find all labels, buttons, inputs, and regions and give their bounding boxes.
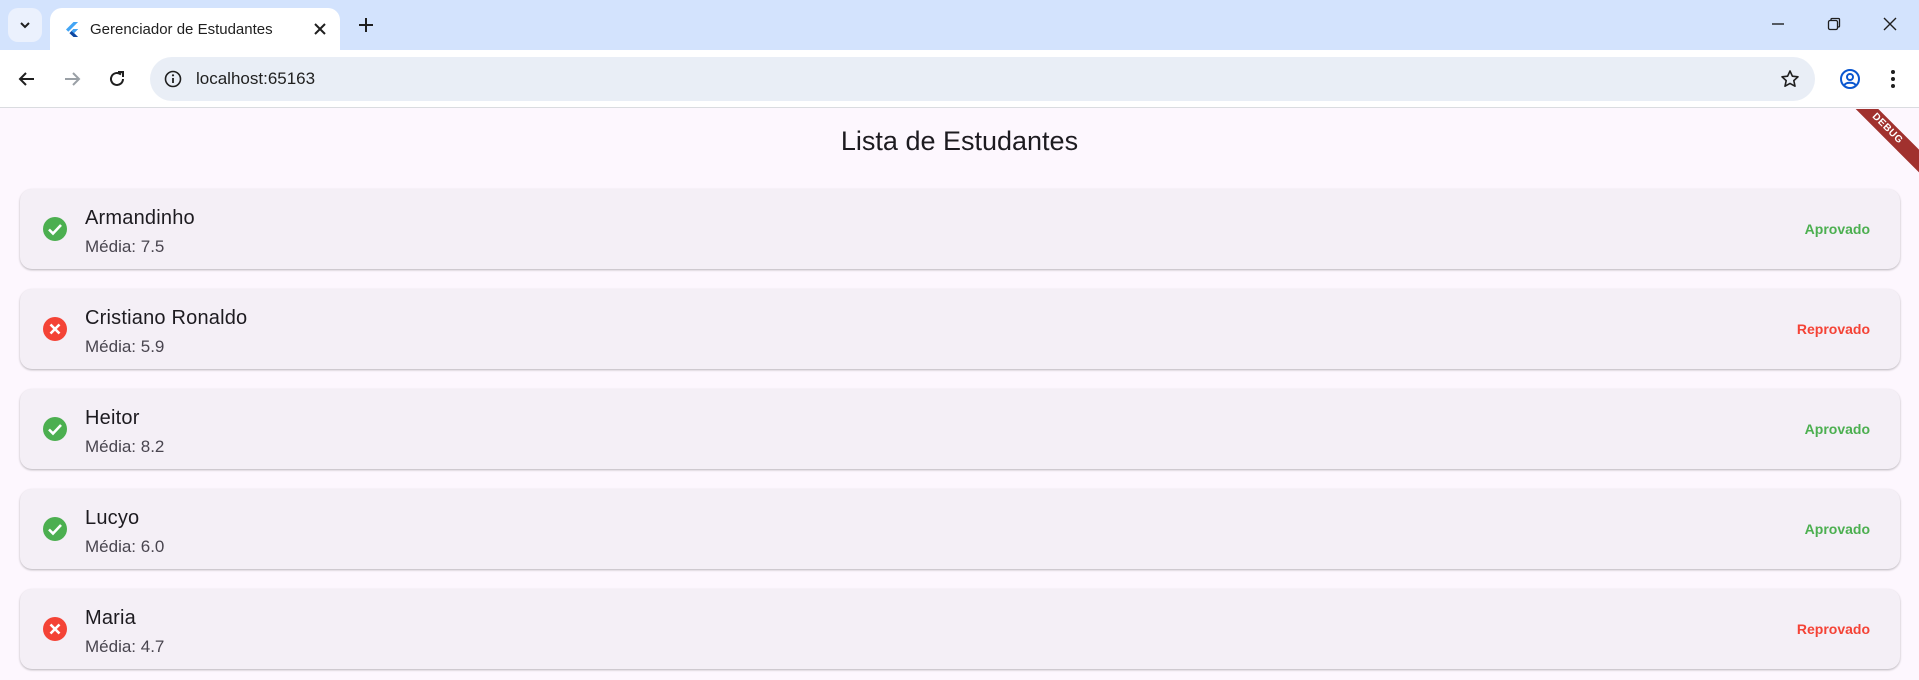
profile-button[interactable] [1833, 62, 1867, 96]
reload-icon [110, 71, 124, 86]
star-icon [1781, 70, 1799, 87]
student-card[interactable]: Armandinho Média: 7.5 Aprovado [20, 189, 1900, 269]
tab-title: Gerenciador de Estudantes [90, 21, 273, 38]
back-button[interactable] [10, 62, 44, 96]
forward-button[interactable] [55, 62, 89, 96]
arrow-right-icon [65, 72, 81, 86]
bookmark-button[interactable] [1777, 66, 1803, 92]
student-average: Média: 8.2 [85, 437, 165, 456]
address-bar[interactable]: localhost:65163 [150, 57, 1815, 101]
check-circle-icon [43, 217, 67, 241]
status-badge: Reprovado [1796, 321, 1870, 337]
url-text[interactable]: localhost:65163 [196, 69, 315, 89]
browser-menu-button[interactable] [1876, 62, 1910, 96]
student-name: Lucyo [85, 507, 140, 529]
student-average: Média: 7.5 [85, 237, 165, 256]
student-name: Cristiano Ronaldo [85, 307, 248, 329]
status-badge: Aprovado [1804, 521, 1870, 537]
restore-button[interactable] [1814, 8, 1854, 40]
new-tab-button[interactable] [351, 10, 381, 40]
info-icon [164, 70, 182, 88]
check-circle-icon [43, 517, 67, 541]
close-window-button[interactable] [1870, 8, 1910, 40]
student-name: Heitor [85, 407, 140, 429]
status-badge: Reprovado [1796, 621, 1870, 637]
site-info-button[interactable] [160, 66, 186, 92]
status-badge: Aprovado [1804, 421, 1870, 437]
browser-tab-bar: Gerenciador de Estudantes [0, 0, 1919, 50]
student-card[interactable]: Maria Média: 4.7 Reprovado [20, 589, 1900, 669]
page-title: Lista de Estudantes [840, 126, 1079, 156]
more-vert-icon [1891, 70, 1895, 88]
student-name: Maria [85, 607, 137, 629]
student-average: Média: 5.9 [85, 337, 165, 356]
check-circle-icon [43, 417, 67, 441]
close-icon [314, 23, 326, 35]
tab-search-button[interactable] [8, 8, 42, 42]
browser-toolbar: localhost:65163 [0, 50, 1919, 108]
reload-button[interactable] [100, 62, 134, 96]
status-badge: Aprovado [1804, 221, 1870, 237]
account-circle-icon [1840, 69, 1860, 89]
student-card[interactable]: Heitor Média: 8.2 Aprovado [20, 389, 1900, 469]
cancel-circle-icon [43, 317, 67, 341]
student-card[interactable]: Lucyo Média: 6.0 Aprovado [20, 489, 1900, 569]
arrow-left-icon [18, 72, 34, 86]
app-viewport: Lista de Estudantes Armandinho Média: 7.… [0, 109, 1919, 680]
flutter-icon [66, 22, 79, 37]
minimize-button[interactable] [1758, 8, 1798, 40]
browser-tab[interactable]: Gerenciador de Estudantes [50, 8, 340, 50]
student-average: Média: 6.0 [85, 537, 165, 556]
chevron-down-icon [20, 22, 30, 29]
student-average: Média: 4.7 [85, 637, 165, 656]
close-icon [1883, 17, 1897, 31]
tab-close-button[interactable] [310, 19, 330, 39]
minimize-icon [1772, 23, 1784, 25]
restore-icon [1827, 17, 1841, 31]
cancel-circle-icon [43, 617, 67, 641]
plus-icon [359, 18, 373, 32]
student-card[interactable]: Cristiano Ronaldo Média: 5.9 Reprovado [20, 289, 1900, 369]
student-name: Armandinho [85, 207, 195, 229]
